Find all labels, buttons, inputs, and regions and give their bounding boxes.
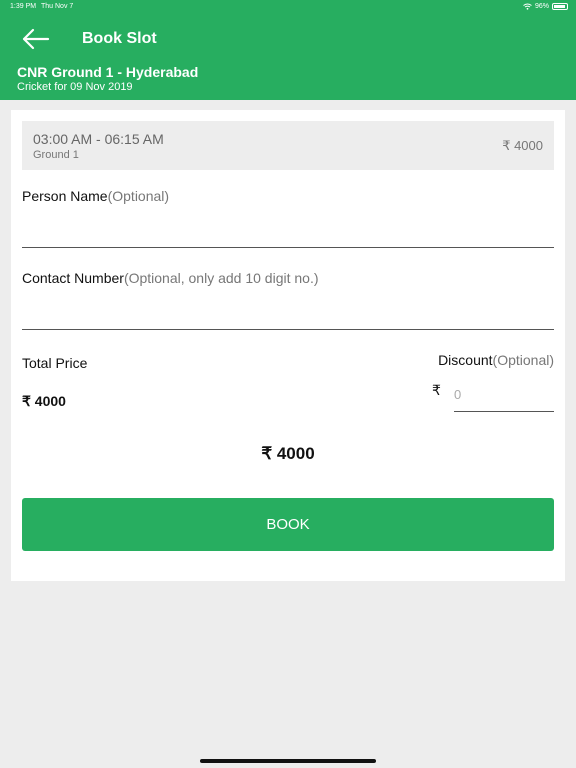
contact-number-label: Contact Number(Optional, only add 10 dig… [22,270,319,286]
app-header: Book Slot CNR Ground 1 - Hyderabad Crick… [0,14,576,100]
page-title: Book Slot [82,30,157,47]
arrow-left-icon [22,28,50,50]
person-name-optional: (Optional) [107,188,170,204]
total-price-value: ₹ 4000 [22,393,66,409]
home-indicator [200,759,376,763]
discount-label: Discount(Optional) [438,352,554,368]
person-name-label: Person Name(Optional) [22,188,169,204]
contact-number-optional: (Optional, only add 10 digit no.) [123,270,319,286]
status-time: 1:39 PM [10,3,37,10]
grand-total: ₹ 4000 [261,444,315,463]
discount-optional: (Optional) [492,352,554,368]
total-price-label: Total Price [22,355,88,371]
wifi-icon [523,3,532,10]
rupee-icon: ₹ [432,382,441,398]
venue-subtitle: Cricket for 09 Nov 2019 [17,81,133,93]
discount-input[interactable] [454,378,554,412]
battery-percent: 96% [534,3,549,10]
slot-summary: 03:00 AM - 06:15 AM Ground 1 ₹ 4000 [22,121,554,170]
book-button[interactable]: BOOK [22,498,554,551]
slot-price: ₹ 4000 [502,138,543,153]
contact-number-input[interactable] [22,304,554,330]
slot-time: 03:00 AM - 06:15 AM [33,131,164,147]
discount-label-text: Discount [438,352,493,368]
person-name-input[interactable] [22,222,554,248]
battery-icon [552,3,568,10]
back-button[interactable] [20,26,52,52]
person-name-label-text: Person Name [22,188,108,204]
status-bar: 1:39 PM Thu Nov 7 96% [0,0,576,14]
slot-ground: Ground 1 [33,149,79,161]
booking-card: 03:00 AM - 06:15 AM Ground 1 ₹ 4000 Pers… [11,110,565,581]
status-date: Thu Nov 7 [41,3,74,10]
venue-name: CNR Ground 1 - Hyderabad [17,64,199,80]
status-right: 96% [523,3,568,10]
contact-number-label-text: Contact Number [22,270,124,286]
